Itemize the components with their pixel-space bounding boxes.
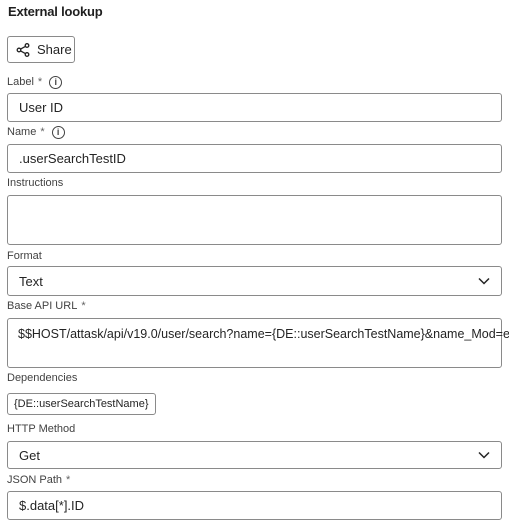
instructions-textarea[interactable] [7, 195, 502, 245]
page-title: External lookup [8, 4, 103, 19]
name-input[interactable]: .userSearchTestID [7, 144, 502, 173]
dependency-chip: {DE::userSearchTestName} [7, 393, 156, 415]
instructions-text: Instructions [7, 177, 64, 189]
http-method-select-value: Get [19, 447, 40, 463]
json-path-field-label: JSON Path * [7, 473, 70, 487]
info-icon[interactable]: i [49, 75, 63, 89]
dependency-chip-label: {DE::userSearchTestName} [14, 398, 149, 410]
base-api-url-textarea[interactable]: $$HOST/attask/api/v19.0/user/search?name… [7, 318, 509, 368]
dependencies-field-label: Dependencies [7, 371, 77, 385]
dependencies-text: Dependencies [7, 372, 78, 384]
share-button[interactable]: Share [7, 36, 75, 63]
share-icon [16, 42, 30, 57]
format-select-value: Text [19, 273, 43, 289]
required-marker: * [66, 474, 71, 486]
chevron-down-icon [478, 451, 490, 459]
json-path-text: JSON Path [7, 474, 63, 486]
required-marker: * [37, 76, 43, 88]
label-text: Label [7, 76, 34, 88]
http-method-text: HTTP Method [7, 423, 76, 435]
share-button-label: Share [37, 42, 72, 57]
label-field-label: Label * i [7, 75, 63, 89]
base-api-url-text: Base API URL [7, 300, 78, 312]
json-path-input[interactable]: $.data[*].ID [7, 491, 502, 520]
format-select[interactable]: Text [7, 266, 502, 296]
http-method-field-label: HTTP Method [7, 422, 75, 436]
instructions-field-label: Instructions [7, 176, 63, 190]
label-input[interactable]: User ID [7, 93, 502, 122]
name-text: Name [7, 126, 37, 138]
info-icon[interactable]: i [51, 125, 65, 139]
format-field-label: Format [7, 249, 42, 263]
required-marker: * [40, 126, 45, 138]
name-field-label: Name * i [7, 125, 65, 139]
http-method-select[interactable]: Get [7, 441, 502, 469]
label-input-value: User ID [19, 100, 64, 115]
name-input-value: .userSearchTestID [19, 151, 126, 166]
format-text: Format [7, 250, 42, 262]
base-api-url-field-label: Base API URL * [7, 299, 86, 313]
chevron-down-icon [478, 277, 490, 285]
base-api-url-value: $$HOST/attask/api/v19.0/user/search?name… [18, 327, 509, 341]
required-marker: * [81, 300, 86, 312]
json-path-input-value: $.data[*].ID [19, 498, 85, 513]
